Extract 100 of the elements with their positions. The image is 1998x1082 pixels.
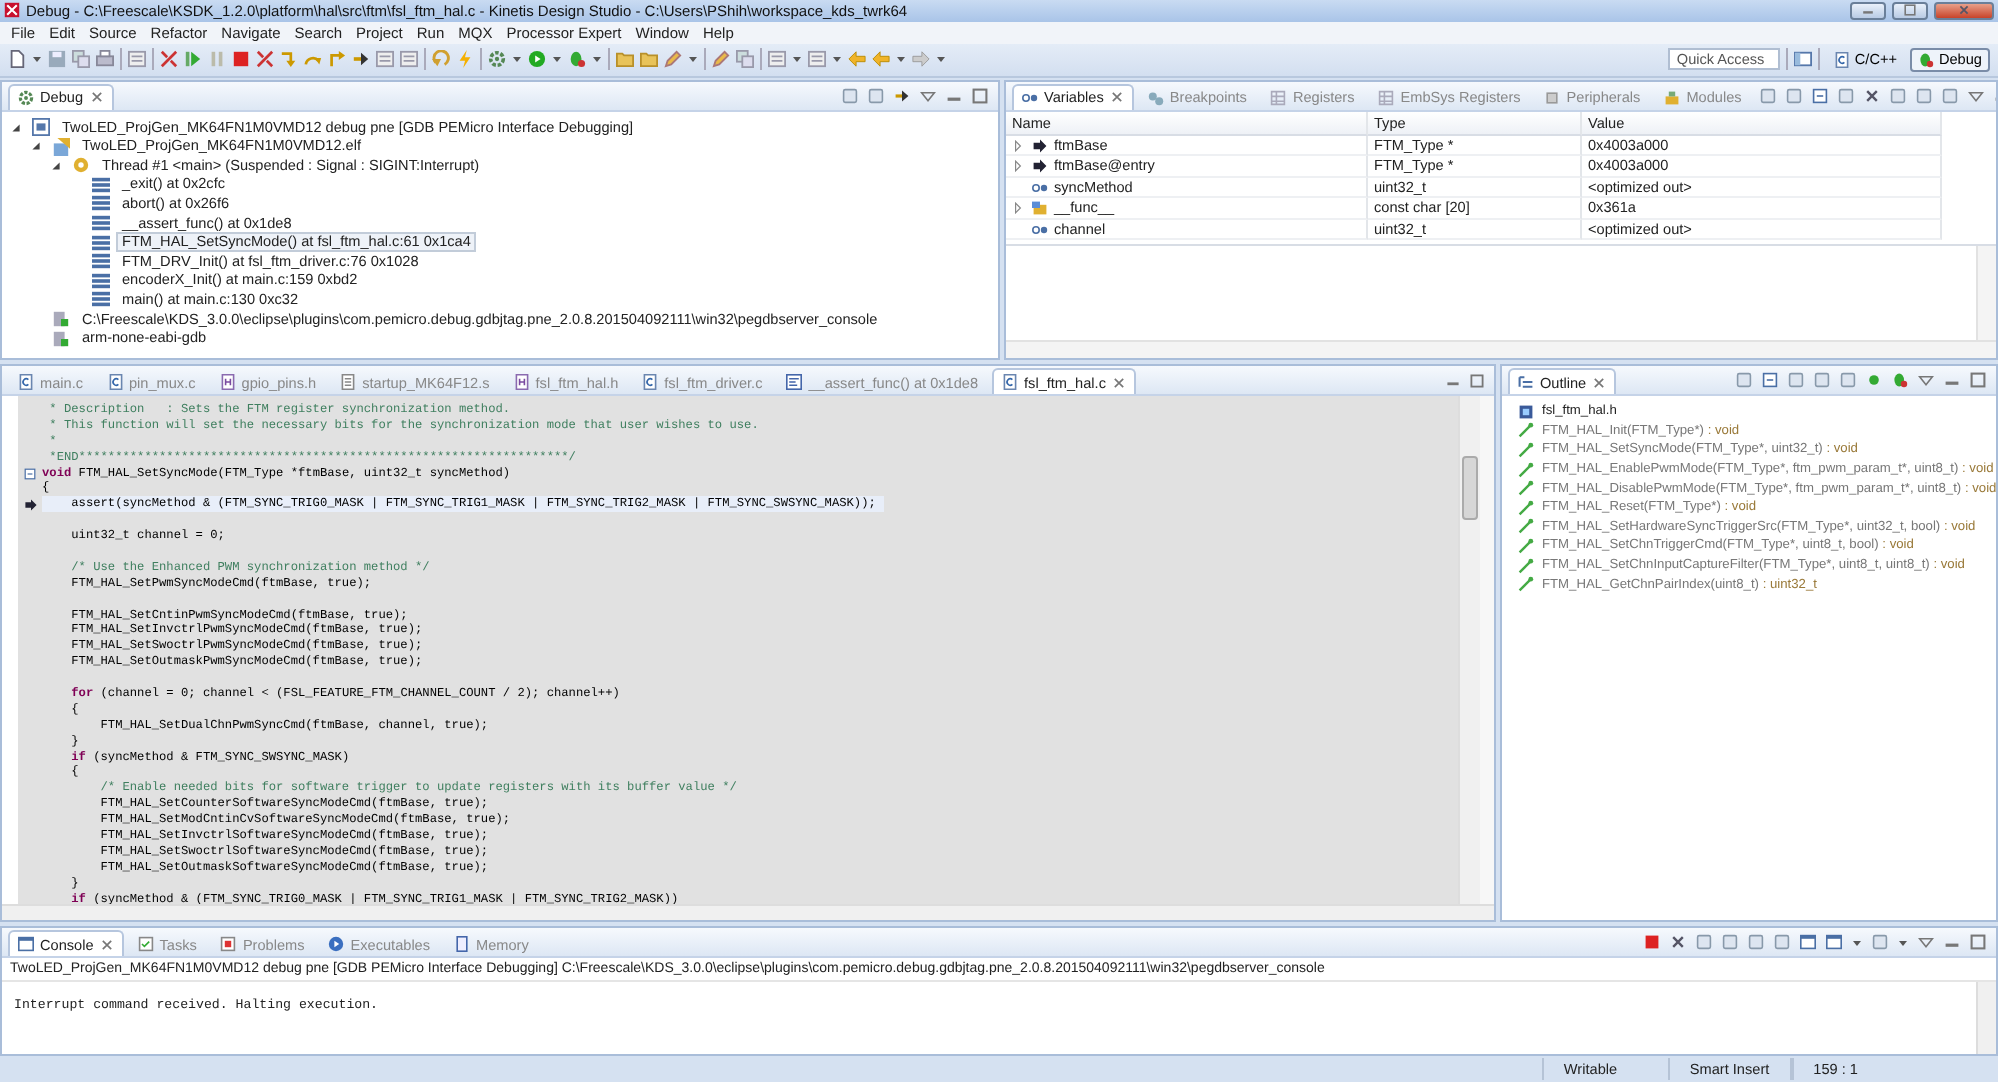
c-file-icon bbox=[18, 374, 34, 390]
gear-icon[interactable] bbox=[488, 50, 506, 69]
terminate-icon[interactable] bbox=[1644, 934, 1660, 950]
view-menu-icon[interactable] bbox=[1918, 934, 1934, 950]
process-icon bbox=[52, 310, 70, 329]
maximize-icon[interactable] bbox=[1470, 373, 1484, 387]
breakpoint-icon bbox=[1147, 89, 1164, 106]
bug-icon[interactable] bbox=[1892, 372, 1908, 388]
array-icon bbox=[1032, 200, 1048, 217]
grid-icon bbox=[1270, 89, 1287, 106]
caret-icon[interactable] bbox=[32, 54, 42, 65]
minimize-button[interactable] bbox=[1850, 1, 1886, 20]
header-file-icon bbox=[513, 374, 530, 390]
caret-icon[interactable] bbox=[592, 54, 602, 65]
stack-frame-icon bbox=[92, 214, 110, 233]
fold-toggle-icon[interactable] bbox=[24, 467, 36, 479]
resume-icon[interactable] bbox=[184, 50, 202, 69]
vertical-scrollbar[interactable] bbox=[1976, 982, 1996, 1054]
bug-icon bbox=[1918, 51, 1935, 68]
step-into-icon[interactable] bbox=[280, 50, 298, 69]
grid-icon bbox=[1378, 89, 1395, 106]
c-file-icon bbox=[1002, 374, 1019, 390]
outline-icon bbox=[1518, 374, 1534, 390]
caret-icon[interactable] bbox=[552, 54, 562, 65]
maximize-icon[interactable] bbox=[1970, 934, 1986, 950]
stack-frame-icon bbox=[92, 175, 110, 194]
run-icon[interactable] bbox=[528, 50, 546, 69]
memory-icon bbox=[454, 936, 471, 952]
close-icon[interactable] bbox=[89, 90, 104, 105]
horizontal-scrollbar[interactable] bbox=[1006, 340, 1996, 358]
new-file-icon[interactable] bbox=[8, 50, 26, 69]
pencil-icon[interactable] bbox=[712, 50, 730, 69]
disassembly-icon bbox=[786, 374, 803, 390]
disconnect-icon[interactable] bbox=[256, 50, 274, 69]
dot-icon[interactable] bbox=[1866, 372, 1882, 388]
variable-icon bbox=[1022, 89, 1038, 106]
expand-triangle-icon[interactable] bbox=[1012, 160, 1024, 173]
stop-icon[interactable] bbox=[232, 50, 250, 69]
close-icon[interactable] bbox=[99, 937, 114, 951]
view-menu-icon[interactable] bbox=[1967, 87, 1984, 104]
view-menu-icon[interactable] bbox=[920, 87, 936, 104]
stack-frame-icon bbox=[92, 290, 110, 309]
launch-icon bbox=[32, 118, 50, 137]
display-console-icon[interactable] bbox=[1826, 934, 1842, 950]
c-file-icon bbox=[642, 374, 659, 390]
process-icon bbox=[52, 329, 70, 348]
vertical-scrollbar[interactable] bbox=[1458, 396, 1480, 904]
expand-triangle-icon[interactable] bbox=[1012, 202, 1024, 215]
document-icon[interactable] bbox=[128, 50, 146, 69]
disconnect-icon[interactable] bbox=[160, 50, 178, 69]
collapse-all-icon[interactable] bbox=[1811, 87, 1828, 104]
caret-icon[interactable] bbox=[688, 54, 698, 65]
caret-icon[interactable] bbox=[792, 54, 802, 65]
step-icon[interactable] bbox=[894, 87, 910, 104]
close-icon[interactable] bbox=[1111, 375, 1126, 389]
maximize-icon[interactable] bbox=[972, 87, 988, 104]
gear-icon bbox=[18, 89, 34, 106]
close-icon[interactable] bbox=[1592, 375, 1607, 389]
maximize-icon[interactable] bbox=[1970, 372, 1986, 388]
horizontal-scrollbar[interactable] bbox=[2, 904, 1494, 920]
variable-icon bbox=[1032, 179, 1048, 196]
bug-icon[interactable] bbox=[568, 50, 586, 69]
restart-icon[interactable] bbox=[432, 50, 450, 69]
tasks-icon bbox=[137, 936, 154, 952]
scrollbar-thumb[interactable] bbox=[1462, 456, 1478, 520]
stack-frame-icon bbox=[92, 252, 110, 271]
executables-icon bbox=[328, 936, 345, 952]
stack-frame-icon bbox=[92, 233, 110, 252]
caret-icon[interactable] bbox=[936, 54, 946, 65]
expand-triangle-icon[interactable] bbox=[1012, 139, 1024, 152]
copy-icon[interactable] bbox=[736, 50, 754, 69]
caret-icon[interactable] bbox=[1852, 937, 1862, 947]
caret-icon[interactable] bbox=[832, 54, 842, 65]
expanded-triangle-icon[interactable] bbox=[30, 140, 42, 153]
program-icon bbox=[52, 137, 70, 156]
view-menu-icon[interactable] bbox=[1918, 372, 1934, 388]
include-icon bbox=[1518, 403, 1534, 420]
file-icon bbox=[1834, 51, 1851, 68]
print-icon[interactable] bbox=[96, 50, 114, 69]
expanded-triangle-icon[interactable] bbox=[50, 159, 62, 172]
thread-icon bbox=[72, 156, 90, 175]
caret-icon[interactable] bbox=[1898, 937, 1908, 947]
close-icon[interactable] bbox=[1109, 90, 1124, 105]
pin-console-icon[interactable] bbox=[1800, 934, 1816, 950]
instruction-step-icon[interactable] bbox=[352, 50, 370, 69]
close-button[interactable] bbox=[1934, 1, 1994, 20]
collapse-all-icon[interactable] bbox=[1762, 372, 1778, 388]
caret-icon[interactable] bbox=[512, 54, 522, 65]
chip-icon bbox=[1544, 89, 1561, 106]
app-icon bbox=[4, 2, 20, 19]
close-icon bbox=[1958, 4, 1970, 17]
open-perspective-icon[interactable] bbox=[1794, 50, 1813, 69]
caret-icon[interactable] bbox=[896, 54, 906, 65]
pencil-icon[interactable] bbox=[664, 50, 682, 69]
copy-icon[interactable] bbox=[72, 50, 90, 69]
maximize-icon bbox=[1904, 4, 1916, 17]
document-icon[interactable] bbox=[400, 50, 418, 69]
vertical-scrollbar[interactable] bbox=[1976, 246, 1996, 342]
maximize-button[interactable] bbox=[1892, 1, 1928, 20]
expanded-triangle-icon[interactable] bbox=[10, 121, 22, 134]
